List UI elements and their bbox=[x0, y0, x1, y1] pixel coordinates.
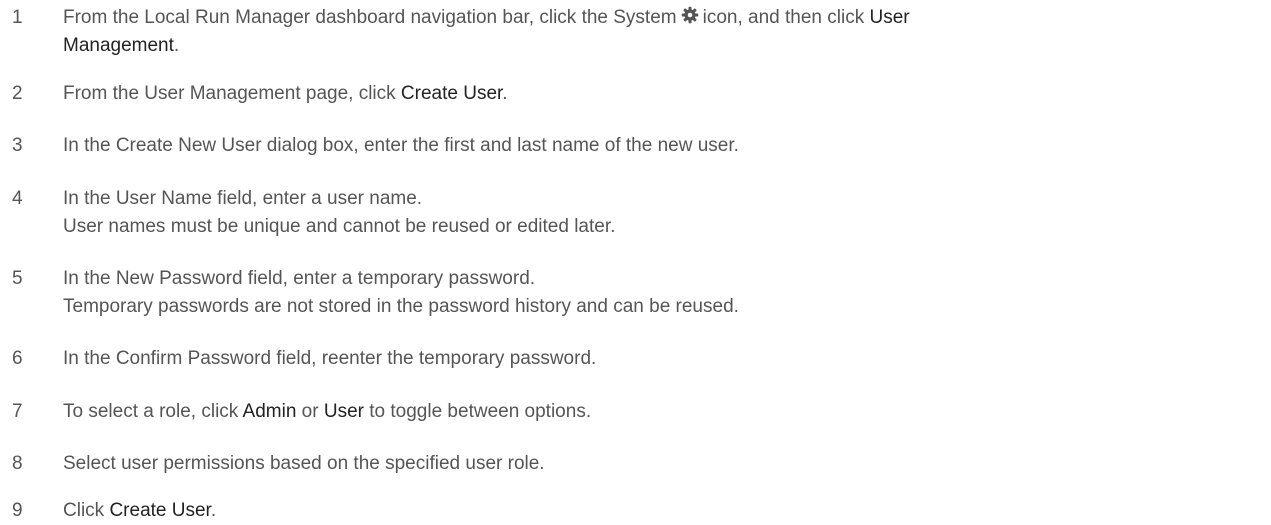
step-line: From the User Management page, click Cre… bbox=[63, 80, 1263, 108]
step-number: 2 bbox=[12, 83, 23, 104]
step-line: In the User Name field, enter a user nam… bbox=[63, 188, 423, 209]
step-text: From the Local Run Manager dashboard nav… bbox=[63, 4, 1263, 60]
step-number: 7 bbox=[12, 401, 23, 422]
ui-term-create-user: Create User bbox=[109, 500, 211, 521]
step-text-segment: to toggle between options. bbox=[369, 401, 592, 422]
step-text: Select user permissions based on the spe… bbox=[63, 450, 1263, 478]
step-line: To select a role, click Admin or User to… bbox=[63, 398, 1263, 426]
step-number: 5 bbox=[12, 268, 23, 289]
step-text-segment: Click bbox=[63, 500, 105, 521]
step-text-segment: . bbox=[173, 35, 180, 56]
step-line: From the Local Run Manager dashboard nav… bbox=[63, 4, 1263, 32]
ui-term-admin: Admin bbox=[242, 401, 297, 422]
step-text: From the User Management page, click Cre… bbox=[63, 80, 1263, 108]
procedure-page: { "steps": [ { "number": "1", "segments"… bbox=[0, 0, 1271, 525]
step-line: In the Create New User dialog box, enter… bbox=[63, 135, 739, 156]
step-number: 4 bbox=[12, 188, 23, 209]
ui-term-user: User bbox=[323, 401, 364, 422]
step-text: In the Confirm Password field, reenter t… bbox=[63, 345, 1263, 373]
step-line: In the New Password field, enter a tempo… bbox=[63, 268, 536, 289]
step-text: In the New Password field, enter a tempo… bbox=[63, 265, 1263, 321]
step-text: Click Create User. bbox=[63, 497, 1263, 525]
step-text-segment: . bbox=[502, 83, 508, 104]
step-line: In the Confirm Password field, reenter t… bbox=[63, 348, 597, 369]
step-number: 9 bbox=[12, 500, 23, 521]
step-number: 8 bbox=[12, 453, 23, 474]
ui-term-management: Management bbox=[63, 35, 174, 56]
step-text-segment: From the User Management page, click bbox=[63, 83, 396, 104]
step-text-segment: or bbox=[301, 401, 319, 422]
step-text: In the User Name field, enter a user nam… bbox=[63, 185, 1263, 241]
step-line: Management. bbox=[63, 32, 1263, 60]
step-text: To select a role, click Admin or User to… bbox=[63, 398, 1263, 426]
step-number: 6 bbox=[12, 348, 23, 369]
step-text: In the Create New User dialog box, enter… bbox=[63, 132, 1263, 160]
step-text-segment: icon, and then click bbox=[702, 7, 865, 28]
ui-term-user: User bbox=[869, 7, 910, 28]
gear-icon bbox=[681, 6, 698, 24]
step-number: 1 bbox=[12, 7, 23, 28]
step-line: Click Create User. bbox=[63, 497, 1263, 525]
ui-term-create-user: Create User bbox=[400, 83, 503, 104]
step-text-segment: From the Local Run Manager dashboard nav… bbox=[63, 7, 677, 28]
step-result: Temporary passwords are not stored in th… bbox=[63, 296, 739, 317]
step-number: 3 bbox=[12, 135, 23, 156]
step-text-segment: To select a role, click bbox=[63, 401, 239, 422]
step-result: User names must be unique and cannot be … bbox=[63, 216, 616, 237]
step-line: Select user permissions based on the spe… bbox=[63, 453, 545, 474]
step-text-segment: . bbox=[210, 500, 217, 521]
